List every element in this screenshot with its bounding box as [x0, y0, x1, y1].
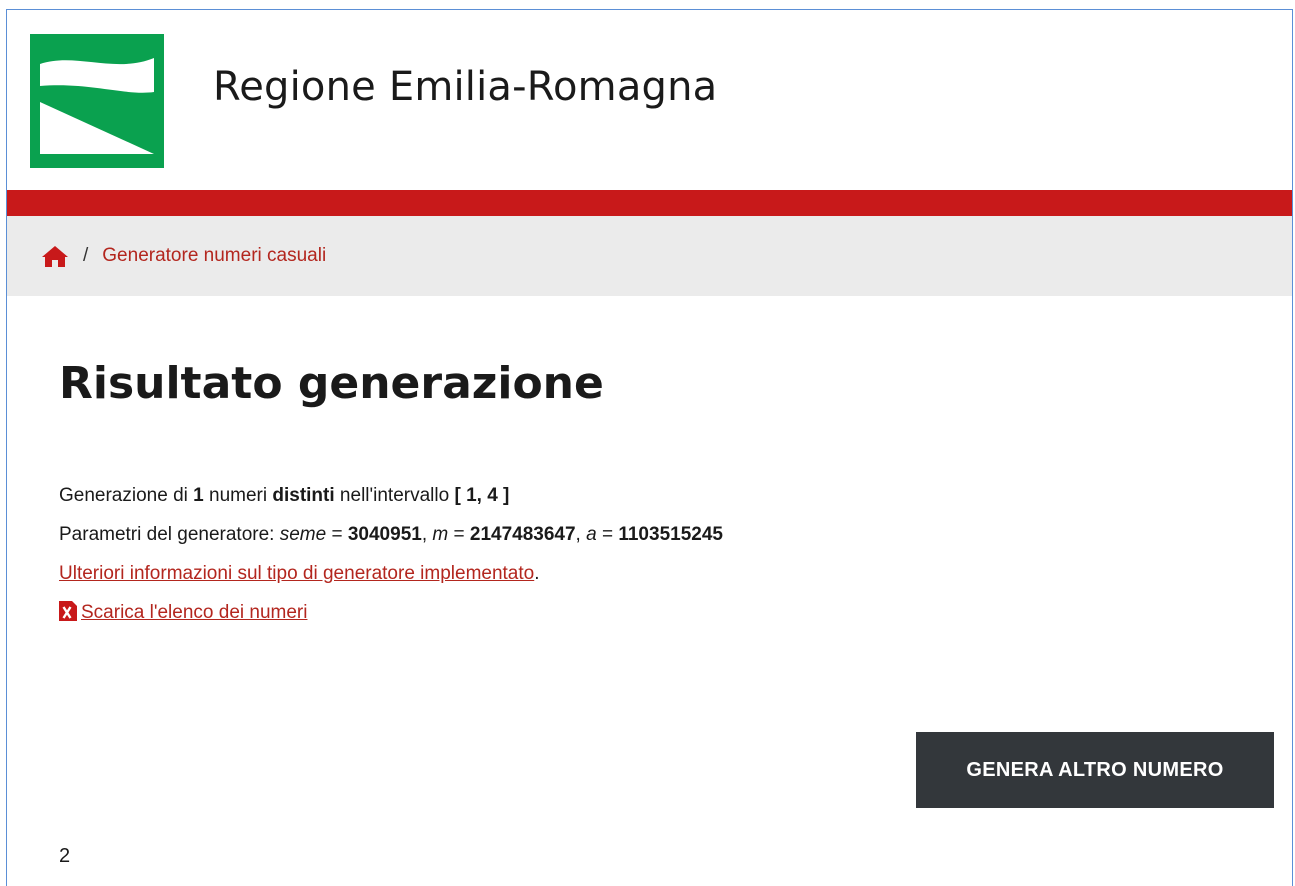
page-title: Risultato generazione — [59, 358, 604, 409]
info-line: Ulteriori informazioni sul tipo di gener… — [59, 554, 723, 593]
a-value: 1103515245 — [618, 524, 723, 545]
breadcrumb-separator: / — [83, 245, 89, 266]
home-icon[interactable] — [41, 244, 69, 268]
equals-sign: = — [596, 524, 619, 545]
header-accent-bar — [7, 190, 1292, 216]
breadcrumb: / Generatore numeri casuali — [7, 216, 1292, 296]
summary-text: nell'intervallo — [334, 485, 455, 506]
count-value: 1 — [193, 485, 204, 506]
equals-sign: = — [448, 524, 470, 545]
page-frame: Regione Emilia-Romagna / Generatore nume… — [6, 9, 1293, 886]
m-value: 2147483647 — [469, 524, 576, 545]
region-logo[interactable] — [30, 34, 164, 168]
breadcrumb-current[interactable]: Generatore numeri casuali — [102, 245, 326, 267]
site-header: Regione Emilia-Romagna — [7, 10, 1292, 190]
interval-value: [ 1, 4 ] — [454, 485, 510, 506]
excel-file-icon[interactable] — [59, 601, 77, 621]
distinct-label: distinti — [272, 485, 335, 506]
summary-text: Generazione di — [59, 485, 194, 506]
generation-summary: Generazione di 1 numeri distinti nell'in… — [59, 476, 723, 515]
generator-parameters: Parametri del generatore: seme = 3040951… — [59, 515, 723, 554]
download-line: Scarica l'elenco dei numeri — [59, 593, 723, 632]
generator-info-link[interactable]: Ulteriori informazioni sul tipo di gener… — [59, 563, 534, 584]
a-label: a — [586, 524, 597, 545]
seme-label: seme — [279, 524, 327, 545]
summary-text: numeri — [203, 485, 273, 506]
generate-again-button[interactable]: GENERA ALTRO NUMERO — [916, 732, 1274, 808]
equals-sign: = — [326, 524, 348, 545]
parameters-label: Parametri del generatore: — [59, 524, 280, 545]
m-label: m — [432, 524, 449, 545]
download-numbers-link[interactable]: Scarica l'elenco dei numeri — [81, 602, 307, 623]
generation-info: Generazione di 1 numeri distinti nell'in… — [59, 476, 723, 632]
period: . — [534, 563, 540, 584]
seme-value: 3040951 — [347, 524, 422, 545]
comma: , — [575, 524, 587, 545]
site-title: Regione Emilia-Romagna — [213, 64, 718, 110]
generated-number: 2 — [59, 845, 71, 867]
comma: , — [421, 524, 433, 545]
